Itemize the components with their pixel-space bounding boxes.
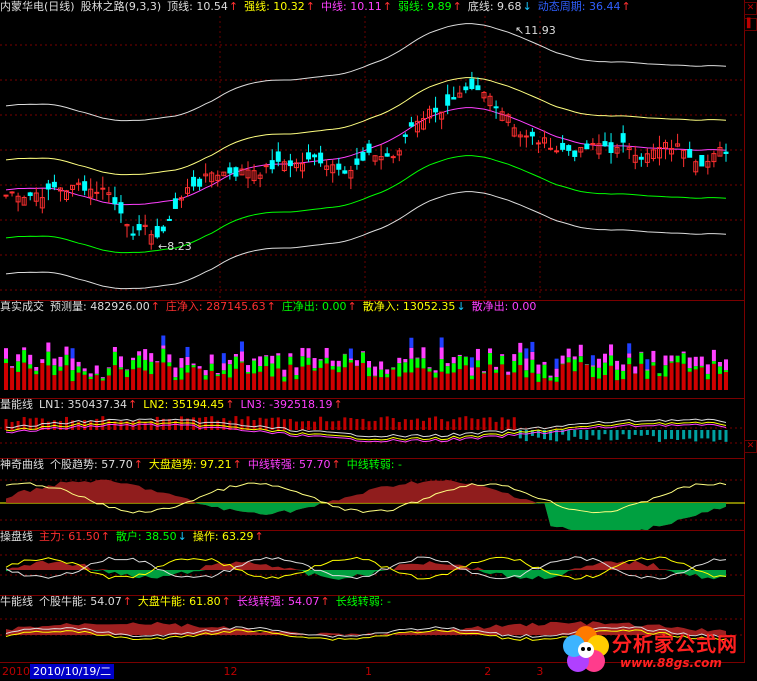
collapse-icon[interactable]: ▌: [744, 18, 757, 31]
time-tick: 12: [224, 665, 238, 678]
indicator-value: 散户: 38.50: [116, 530, 177, 543]
operation-panel[interactable]: 操盘线主力: 61.50↑散户: 38.50↓操作: 63.29↑: [0, 530, 745, 596]
indicator-value: 庄净入: 287145.63: [166, 300, 266, 313]
indicator-value: 散净入: 13052.35: [363, 300, 456, 313]
arrow-up-icon: ↑: [233, 458, 242, 471]
arrow-up-icon: ↑: [255, 530, 264, 543]
indicator-value: 中线转强: 57.70: [248, 458, 331, 471]
panel-title: 真实成交: [0, 300, 44, 313]
indicator-value: 中线转弱: -: [347, 458, 402, 471]
panel-close-icon[interactable]: ✕: [744, 440, 757, 453]
panel-title: 牛能线: [0, 595, 33, 608]
arrow-up-icon: ↑: [123, 595, 132, 608]
arrow-up-icon: ↑: [321, 595, 330, 608]
indicator-value: 个股牛能: 54.07: [39, 595, 122, 608]
indicator-value: 弱线: 9.89: [398, 0, 452, 13]
panel-title: 神奇曲线: [0, 458, 44, 471]
arrow-up-icon: ↑: [621, 0, 630, 13]
bull-header: 牛能线个股牛能: 54.07↑大盘牛能: 61.80↑长线转强: 54.07↑长…: [0, 595, 403, 609]
current-date: 2010/10/19/二: [30, 664, 114, 679]
indicator-value: 顶线: 10.54: [167, 0, 228, 13]
logo-title: 分析家公式网: [612, 628, 738, 657]
arrow-up-icon: ↑: [225, 398, 234, 411]
indicator-value: 长线转弱: -: [336, 595, 391, 608]
arrow-down-icon: ↓: [456, 300, 465, 313]
arrow-down-icon: ↓: [523, 0, 532, 13]
indicator-value: LN1: 350437.34: [39, 398, 127, 411]
time-tick: 3: [536, 665, 543, 678]
logo-url: www.88gs.com: [620, 656, 722, 670]
year-stub: 2010: [2, 665, 30, 678]
energy-header: 量能线LN1: 350437.34↑LN2: 35194.45↑LN3: -39…: [0, 398, 355, 412]
arrow-up-icon: ↑: [101, 530, 110, 543]
arrow-up-icon: ↑: [334, 398, 343, 411]
arrow-up-icon: ↑: [306, 0, 315, 13]
main-header: 内蒙华电(日线)股林之路(9,3,3)顶线: 10.54↑强线: 10.32↑中…: [0, 0, 643, 14]
energy-line-panel[interactable]: 量能线LN1: 350437.34↑LN2: 35194.45↑LN3: -39…: [0, 398, 745, 459]
high-price-label: ↖11.93: [515, 24, 556, 37]
volume-header: 真实成交预测量: 482926.00↑庄净入: 287145.63↑庄净出: 0…: [0, 300, 548, 314]
indicator-value: 主力: 61.50: [39, 530, 100, 543]
indicator-value: 大盘牛能: 61.80: [138, 595, 221, 608]
indicator-value: 个股趋势: 57.70: [50, 458, 133, 471]
stock-name: 内蒙华电(日线): [0, 0, 75, 13]
indicator-value: 长线转强: 54.07: [237, 595, 320, 608]
panel-title: 操盘线: [0, 530, 33, 543]
indicator-value: 动态周期: 36.44: [538, 0, 621, 13]
operation-header: 操盘线主力: 61.50↑散户: 38.50↓操作: 63.29↑: [0, 530, 276, 544]
arrow-up-icon: ↑: [128, 398, 137, 411]
arrow-up-icon: ↑: [332, 458, 341, 471]
main-chart-panel[interactable]: 内蒙华电(日线)股林之路(9,3,3)顶线: 10.54↑强线: 10.32↑中…: [0, 0, 745, 301]
low-price-label: ←8.23: [158, 240, 192, 253]
volume-bars[interactable]: [0, 300, 745, 398]
arrow-up-icon: ↑: [453, 0, 462, 13]
indicator-value: 操作: 63.29: [193, 530, 254, 543]
close-icon[interactable]: ✕: [744, 2, 757, 15]
indicator-value: 强线: 10.32: [244, 0, 305, 13]
site-logo: 分析家公式网 www.88gs.com: [560, 620, 757, 680]
candlestick-chart[interactable]: [0, 0, 745, 300]
indicator-value: LN2: 35194.45: [143, 398, 224, 411]
magic-curve-panel[interactable]: 神奇曲线个股趋势: 57.70↑大盘趋势: 97.21↑中线转强: 57.70↑…: [0, 458, 745, 531]
right-axis-strip: ✕ ▌ ✕: [744, 0, 757, 680]
time-tick: 1: [365, 665, 372, 678]
indicator-value: 底线: 9.68: [468, 0, 522, 13]
indicator-name: 股林之路(9,3,3): [81, 0, 162, 13]
arrow-up-icon: ↑: [134, 458, 143, 471]
arrow-down-icon: ↓: [178, 530, 187, 543]
arrow-up-icon: ↑: [151, 300, 160, 313]
indicator-value: 庄净出: 0.00: [282, 300, 347, 313]
arrow-up-icon: ↑: [229, 0, 238, 13]
indicator-value: 大盘趋势: 97.21: [149, 458, 232, 471]
arrow-up-icon: ↑: [383, 0, 392, 13]
flower-logo-icon: [560, 622, 612, 678]
volume-panel[interactable]: 真实成交预测量: 482926.00↑庄净入: 287145.63↑庄净出: 0…: [0, 300, 745, 399]
indicator-value: 预测量: 482926.00: [50, 300, 150, 313]
arrow-up-icon: ↑: [267, 300, 276, 313]
panel-title: 量能线: [0, 398, 33, 411]
indicator-value: 中线: 10.11: [321, 0, 382, 13]
indicator-value: 散净出: 0.00: [472, 300, 537, 313]
magic-header: 神奇曲线个股趋势: 57.70↑大盘趋势: 97.21↑中线转强: 57.70↑…: [0, 458, 414, 472]
indicator-value: LN3: -392518.19: [241, 398, 333, 411]
arrow-up-icon: ↑: [348, 300, 357, 313]
arrow-up-icon: ↑: [222, 595, 231, 608]
time-tick: 2: [484, 665, 491, 678]
